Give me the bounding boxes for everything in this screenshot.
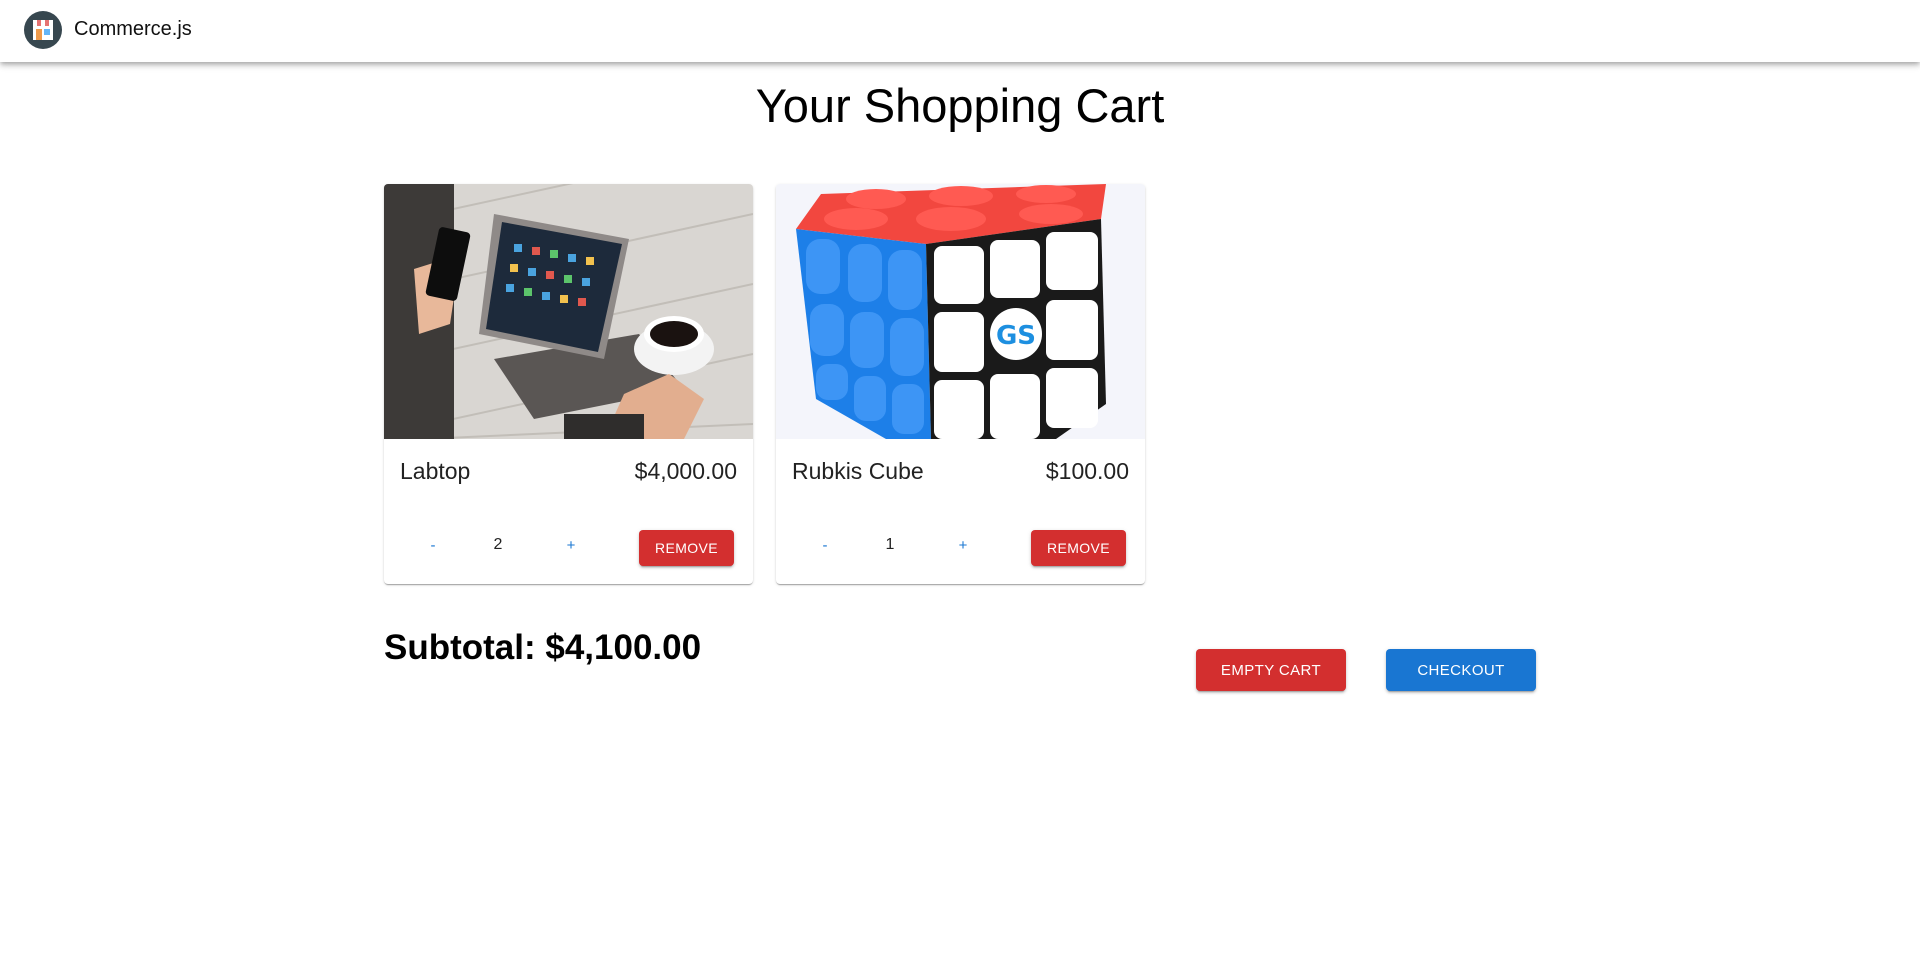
remove-item-button[interactable]: REMOVE [639, 530, 734, 566]
decrement-quantity-button[interactable]: - [413, 530, 453, 560]
item-name: Rubkis Cube [792, 458, 924, 484]
cart-item-card: GS Rubkis Cube $100.00 [776, 184, 1145, 584]
laptop-photo [384, 184, 753, 439]
checkout-button[interactable]: CHECKOUT [1386, 649, 1536, 691]
cart-item-card: Labtop $4,000.00 [384, 184, 753, 584]
item-name: Labtop [400, 458, 471, 484]
item-quantity: 2 [493, 536, 503, 553]
increment-quantity-button[interactable]: + [551, 530, 591, 560]
brand-title[interactable]: Commerce.js [74, 18, 192, 41]
item-price: $4,000.00 [634, 458, 737, 484]
svg-text:GS: GS [996, 321, 1036, 351]
page-title: Your Shopping Cart [755, 79, 1165, 132]
rubiks-cube-photo: GS [776, 184, 1145, 439]
increment-quantity-button[interactable]: + [943, 530, 983, 560]
store-icon[interactable] [24, 11, 62, 49]
remove-item-button[interactable]: REMOVE [1031, 530, 1126, 566]
item-quantity: 1 [885, 536, 895, 553]
item-price: $100.00 [1045, 458, 1129, 484]
app-bar: Commerce.js [0, 0, 1920, 62]
decrement-quantity-button[interactable]: - [805, 530, 845, 560]
subtotal-text: Subtotal: $4,100.00 [384, 628, 702, 667]
empty-cart-button[interactable]: EMPTY CART [1196, 649, 1346, 691]
